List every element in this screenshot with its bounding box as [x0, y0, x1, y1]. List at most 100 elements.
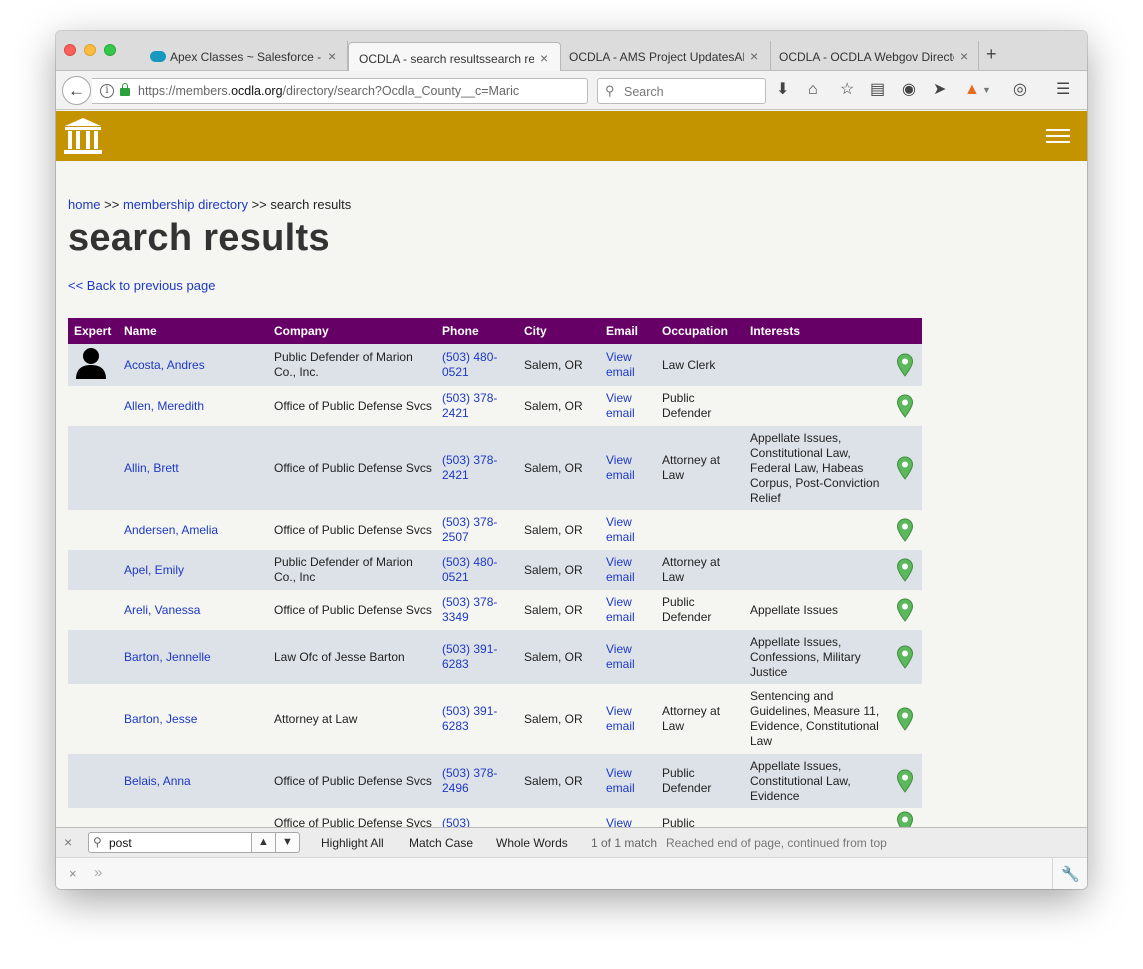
match-case-toggle[interactable]: Match Case [409, 836, 473, 850]
find-input[interactable]: ⚲ post [88, 832, 252, 853]
find-next-button[interactable]: ▼ [275, 832, 300, 853]
map-pin-icon[interactable] [896, 707, 914, 731]
view-email-link[interactable]: View [606, 816, 632, 828]
map-pin-icon[interactable] [896, 645, 914, 669]
reading-list-icon[interactable]: ▤ [870, 80, 885, 100]
phone-link[interactable]: (503) 378-2421 [442, 453, 497, 482]
tab-label: OCDLA - OCDLA Webgov Directo [779, 50, 954, 64]
window-minimize-button[interactable] [84, 44, 96, 56]
extension-icon[interactable]: ▲ [964, 80, 980, 100]
search-bar[interactable]: ⚲ Search [597, 78, 766, 104]
interests-cell: Sentencing and Guidelines, Measure 11, E… [744, 684, 887, 754]
city-cell: Salem, OR [518, 426, 600, 510]
phone-link[interactable]: (503) 391-6283 [442, 704, 497, 733]
view-email-link[interactable]: View email [606, 453, 635, 482]
phone-link[interactable]: (503) 378-2507 [442, 515, 497, 544]
view-email-link[interactable]: View email [606, 515, 635, 544]
phone-link[interactable]: (503) 480-0521 [442, 350, 497, 379]
globe-icon[interactable]: ◎ [1013, 80, 1027, 100]
map-pin-icon[interactable] [896, 394, 914, 418]
download-icon[interactable]: ⬇ [776, 80, 789, 100]
member-name-link[interactable]: Apel, Emily [124, 563, 184, 577]
phone-link[interactable]: (503) [442, 816, 470, 828]
company-cell: Office of Public Defense Svcs [268, 510, 436, 550]
close-tab-icon[interactable]: × [750, 48, 758, 64]
url-domain: ocdla.org [231, 84, 283, 98]
table-row: Barton, Jesse Attorney at Law (503) 391-62… [68, 684, 922, 754]
view-email-link[interactable]: View email [606, 555, 635, 584]
close-tab-icon[interactable]: × [328, 48, 336, 64]
window-maximize-button[interactable] [104, 44, 116, 56]
chevron-right-icon[interactable]: » [94, 864, 102, 881]
breadcrumb-directory-link[interactable]: membership directory [123, 197, 248, 212]
company-cell: Office of Public Defense Svcs [268, 590, 436, 630]
table-row: Acosta, Andres Public Defender of Marion … [68, 344, 922, 386]
view-email-link[interactable]: View email [606, 766, 635, 795]
courthouse-logo-icon[interactable] [63, 117, 103, 157]
close-icon[interactable]: × [69, 866, 77, 881]
phone-link[interactable]: (503) 378-2496 [442, 766, 497, 795]
map-pin-icon[interactable] [896, 353, 914, 377]
map-pin-icon[interactable] [896, 598, 914, 622]
tab-search-results[interactable]: OCDLA - search resultssearch res × [348, 42, 561, 72]
tab-ams-updates[interactable]: OCDLA - AMS Project UpdatesAM × [561, 41, 771, 72]
map-pin-icon[interactable] [896, 769, 914, 793]
hamburger-menu-icon[interactable] [1046, 129, 1070, 144]
view-email-link[interactable]: View email [606, 642, 635, 671]
member-name-link[interactable]: Barton, Jennelle [124, 650, 211, 664]
map-pin-icon[interactable] [896, 456, 914, 480]
member-name-link[interactable]: Allen, Meredith [124, 399, 204, 413]
city-cell: Salem, OR [518, 684, 600, 754]
tab-salesforce[interactable]: Apex Classes ~ Salesforce - E × [144, 41, 348, 72]
results-table: Expert Name Company Phone City Email Occ… [68, 318, 922, 827]
map-pin-icon[interactable] [896, 811, 914, 827]
send-icon[interactable]: ➤ [933, 80, 946, 100]
whole-words-toggle[interactable]: Whole Words [496, 836, 568, 850]
member-name-link[interactable]: Belais, Anna [124, 774, 191, 788]
new-tab-button[interactable]: + [986, 45, 997, 63]
phone-link[interactable]: (503) 391-6283 [442, 642, 497, 671]
bookmark-star-icon[interactable]: ☆ [840, 80, 854, 100]
url-bar[interactable]: i https://members.ocdla.org/directory/se… [92, 78, 614, 108]
find-previous-button[interactable]: ▲ [251, 832, 276, 853]
phone-link[interactable]: (503) 480-0521 [442, 555, 497, 584]
back-link[interactable]: << Back to previous page [68, 278, 215, 293]
name-cell: Acosta, Andres [118, 344, 268, 386]
tab-webgov-directory[interactable]: OCDLA - OCDLA Webgov Directo × [771, 41, 979, 72]
member-name-link[interactable]: Acosta, Andres [124, 358, 205, 372]
window-close-button[interactable] [64, 44, 76, 56]
phone-link[interactable]: (503) 378-2421 [442, 391, 497, 420]
url-text[interactable]: https://members.ocdla.org/directory/sear… [138, 84, 528, 98]
map-pin-icon[interactable] [896, 558, 914, 582]
member-name-link[interactable]: Areli, Vanessa [124, 603, 200, 617]
map-pin-icon[interactable] [896, 518, 914, 542]
menu-icon[interactable]: ☰ [1056, 80, 1070, 100]
breadcrumb-separator: >> [100, 197, 123, 212]
close-tab-icon[interactable]: × [960, 48, 968, 64]
expert-cell [68, 510, 118, 550]
wrench-icon[interactable]: 🔧 [1061, 865, 1080, 883]
breadcrumb: home >> membership directory >> search r… [68, 197, 351, 212]
home-icon[interactable]: ⌂ [808, 80, 818, 100]
view-email-link[interactable]: View email [606, 704, 635, 733]
map-cell [887, 550, 922, 590]
highlight-all-toggle[interactable]: Highlight All [321, 836, 384, 850]
breadcrumb-home-link[interactable]: home [68, 197, 101, 212]
view-email-link[interactable]: View email [606, 595, 635, 624]
view-email-link[interactable]: View email [606, 391, 635, 420]
view-email-link[interactable]: View email [606, 350, 635, 379]
close-tab-icon[interactable]: × [540, 50, 548, 66]
back-button[interactable]: ← [62, 76, 91, 105]
member-name-link[interactable]: Barton, Jesse [124, 712, 197, 726]
member-name-link[interactable]: Andersen, Amelia [124, 523, 218, 537]
company-cell: Public Defender of Marion Co., Inc [268, 550, 436, 590]
close-icon[interactable]: × [64, 834, 72, 850]
member-name-link[interactable]: Allin, Brett [124, 461, 179, 475]
expert-cell [68, 590, 118, 630]
phone-link[interactable]: (503) 378-3349 [442, 595, 497, 624]
pocket-icon[interactable]: ◉ [902, 80, 916, 100]
occupation-cell: Attorney at Law [656, 684, 744, 754]
dropdown-arrow-icon[interactable]: ▼ [982, 80, 991, 100]
info-icon[interactable]: i [100, 84, 114, 98]
occupation-cell: Public Defender [656, 386, 744, 426]
